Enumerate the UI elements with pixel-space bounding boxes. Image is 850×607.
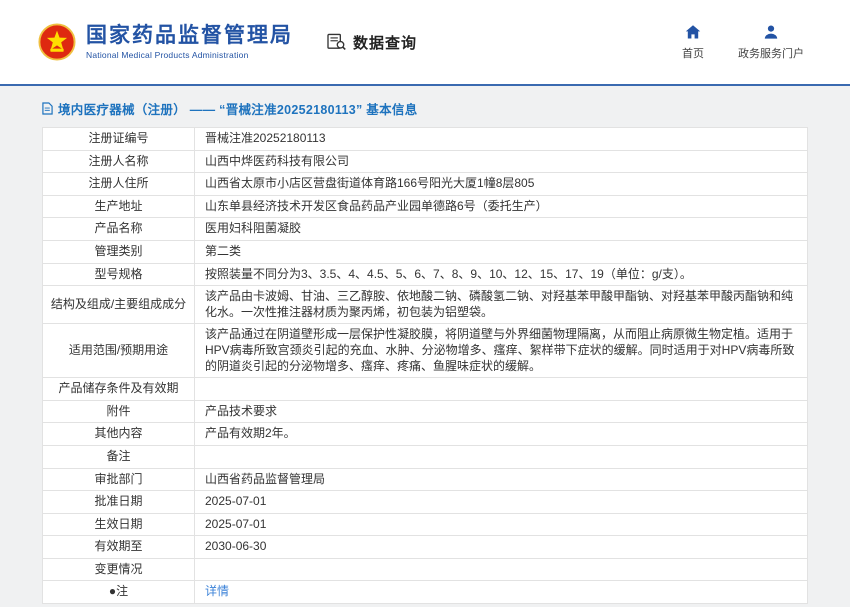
nav-portal-label: 政务服务门户: [738, 47, 804, 60]
table-row: 审批部门 山西省药品监督管理局: [42, 467, 808, 492]
row-value: 产品有效期2年。: [194, 422, 808, 446]
row-label: 附件: [42, 399, 195, 424]
table-row: ●注 详情: [42, 580, 808, 605]
row-value: 2025-07-01: [194, 512, 808, 537]
row-value: 该产品通过在阴道壁形成一层保护性凝胶膜，将阴道壁与外界细菌物理隔离，从而阻止病原…: [194, 323, 808, 379]
table-row: 产品名称 医用妇科阻菌凝胶: [42, 217, 808, 241]
table-row: 结构及组成/主要组成成分 该产品由卡波姆、甘油、三乙醇胺、依地酸二钠、磷酸氢二钠、…: [42, 285, 808, 325]
org-name-en: National Medical Products Administration: [86, 50, 249, 61]
org-name-cn: 国家药品监督管理局: [86, 23, 293, 47]
row-label: 生效日期: [42, 512, 195, 537]
row-label: 注册人住所: [42, 172, 195, 196]
row-value: 按照装量不同分为3、3.5、4、4.5、5、6、7、8、9、10、12、15、1…: [194, 262, 808, 287]
nav-home[interactable]: 首页: [682, 24, 704, 61]
info-table-body: 注册证编号 晋械注准20252180113 注册人名称 山西中烨医药科技有限公司 注册人…: [42, 127, 808, 605]
row-label: 适用范围/预期用途: [42, 323, 195, 379]
table-row: 有效期至 2030-06-30: [42, 535, 808, 559]
table-row: 变更情况: [42, 557, 808, 582]
row-label: 生产地址: [42, 194, 195, 219]
row-value: 2030-06-30: [194, 535, 808, 559]
row-label: ●注: [42, 580, 195, 605]
row-value: [194, 377, 808, 401]
row-label: 其他内容: [42, 422, 195, 446]
row-label: 注册人名称: [42, 149, 195, 174]
header-left: 国家药品监督管理局 National Medical Products Admi…: [38, 23, 417, 61]
data-query-icon: [327, 33, 347, 51]
row-label: 批准日期: [42, 490, 195, 514]
row-value: [194, 557, 808, 582]
row-label: 备注: [42, 444, 195, 469]
detail-link[interactable]: 详情: [205, 584, 229, 598]
table-row: 生效日期 2025-07-01: [42, 512, 808, 537]
header-nav: 首页 政务服务门户: [682, 24, 804, 61]
row-value: 第二类: [194, 239, 808, 264]
table-row: 适用范围/预期用途 该产品通过在阴道壁形成一层保护性凝胶膜，将阴道壁与外界细菌物理…: [42, 323, 808, 379]
national-emblem-icon: [38, 23, 76, 61]
document-icon: [42, 102, 53, 115]
data-query-label: 数据查询: [353, 34, 418, 52]
nav-home-label: 首页: [682, 47, 704, 60]
table-row: 批准日期 2025-07-01: [42, 490, 808, 514]
row-value: 晋械注准20252180113: [194, 127, 808, 151]
table-row: 产品储存条件及有效期: [42, 377, 808, 401]
table-row: 其他内容 产品有效期2年。: [42, 422, 808, 446]
row-value: 山西中烨医药科技有限公司: [194, 149, 808, 174]
nav-data-query[interactable]: 数据查询: [327, 32, 417, 53]
row-value: 该产品由卡波姆、甘油、三乙醇胺、依地酸二钠、磷酸氢二钠、对羟基苯甲酸甲酯钠、对羟…: [194, 285, 808, 325]
site-logo[interactable]: 国家药品监督管理局 National Medical Products Admi…: [86, 24, 293, 60]
site-header: 国家药品监督管理局 National Medical Products Admi…: [0, 0, 850, 86]
row-label: 产品储存条件及有效期: [42, 377, 195, 401]
row-value: 2025-07-01: [194, 490, 808, 514]
row-value: [194, 444, 808, 469]
row-label: 产品名称: [42, 217, 195, 241]
row-label: 结构及组成/主要组成成分: [42, 285, 195, 325]
table-row: 注册证编号 晋械注准20252180113: [42, 127, 808, 151]
row-value: 医用妇科阻菌凝胶: [194, 217, 808, 241]
row-value: 详情: [194, 580, 808, 605]
row-label: 变更情况: [42, 557, 195, 582]
table-row: 型号规格 按照装量不同分为3、3.5、4、4.5、5、6、7、8、9、10、12、…: [42, 262, 808, 287]
table-row: 管理类别 第二类: [42, 239, 808, 264]
row-label: 有效期至: [42, 535, 195, 559]
table-row: 注册人住所 山西省太原市小店区营盘街道体育路166号阳光大厦1幢8层805: [42, 172, 808, 196]
info-table: 注册证编号 晋械注准20252180113 注册人名称 山西中烨医药科技有限公司 注册人…: [42, 127, 808, 605]
table-row: 备注: [42, 444, 808, 469]
row-label: 审批部门: [42, 467, 195, 492]
table-row: 附件 产品技术要求: [42, 399, 808, 424]
table-row: 注册人名称 山西中烨医药科技有限公司: [42, 149, 808, 174]
row-value: 山东单县经济技术开发区食品药品产业园单德路6号（委托生产）: [194, 194, 808, 219]
row-label: 注册证编号: [42, 127, 195, 151]
nav-portal[interactable]: 政务服务门户: [738, 24, 804, 61]
row-label: 管理类别: [42, 239, 195, 264]
row-value: 产品技术要求: [194, 399, 808, 424]
row-label: 型号规格: [42, 262, 195, 287]
content: 境内医疗器械（注册） —— “晋械注准20252180113” 基本信息 注册证…: [0, 86, 850, 607]
home-icon: [685, 24, 701, 40]
user-icon: [763, 24, 779, 40]
table-row: 生产地址 山东单县经济技术开发区食品药品产业园单德路6号（委托生产）: [42, 194, 808, 219]
row-value: 山西省药品监督管理局: [194, 467, 808, 492]
page-title-text: 境内医疗器械（注册） —— “晋械注准20252180113” 基本信息: [58, 103, 418, 117]
row-value: 山西省太原市小店区营盘街道体育路166号阳光大厦1幢8层805: [194, 172, 808, 196]
page: 国家药品监督管理局 National Medical Products Admi…: [0, 0, 850, 607]
page-title: 境内医疗器械（注册） —— “晋械注准20252180113” 基本信息: [42, 99, 808, 118]
